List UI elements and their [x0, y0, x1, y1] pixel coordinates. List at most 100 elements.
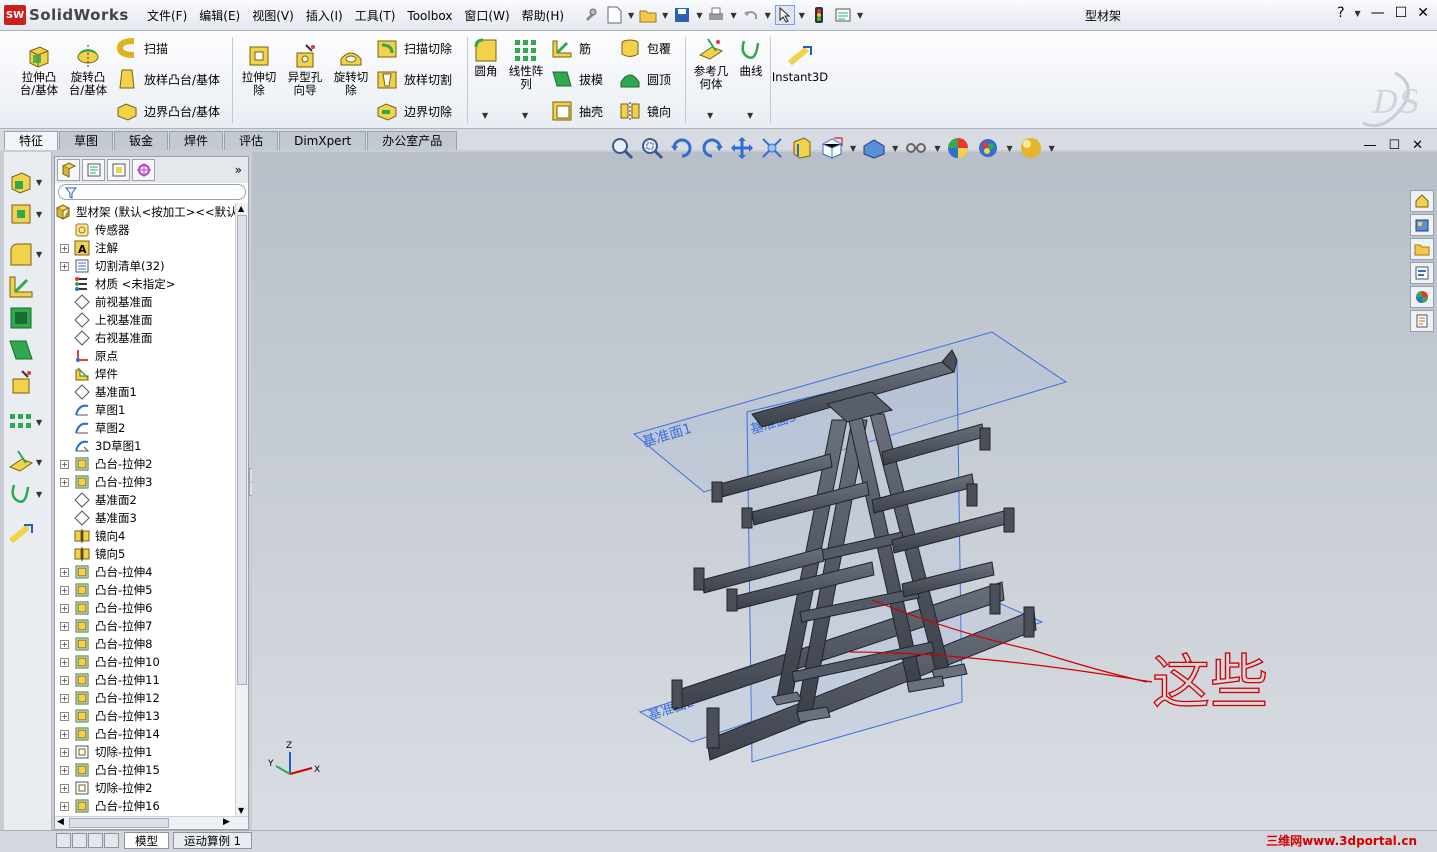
fillet-dropdown-icon[interactable]: ▼ [482, 111, 488, 120]
scroll-right-icon[interactable]: ▶ [223, 817, 230, 827]
dropdown-icon[interactable]: ▼ [36, 418, 42, 427]
tree-item[interactable]: + 凸台-拉伸4 [55, 563, 235, 581]
design-library-icon[interactable] [1410, 214, 1434, 236]
rib-button[interactable]: 筋 [551, 37, 591, 59]
options-dropdown-icon[interactable]: ▼ [857, 11, 863, 20]
left-tool-shell[interactable] [8, 304, 48, 332]
menu-edit[interactable]: 编辑(E) [193, 7, 246, 25]
left-tool-ref-geometry[interactable]: ▼ [8, 448, 48, 476]
expand-plus-icon[interactable]: + [60, 639, 69, 649]
zoom-to-area-icon[interactable] [640, 136, 664, 160]
file-explorer-icon[interactable] [1410, 238, 1434, 260]
help-icon[interactable]: ? [1337, 5, 1344, 21]
expand-plus-icon[interactable]: + [60, 243, 69, 253]
view-orientation-icon[interactable] [790, 136, 814, 160]
new-dropdown-icon[interactable]: ▼ [628, 11, 634, 20]
left-tool-instant3d[interactable] [8, 520, 48, 548]
expand-plus-icon[interactable]: + [60, 693, 69, 703]
tree-item[interactable]: + 凸台-拉伸13 [55, 707, 235, 725]
extrude-cut-button[interactable]: 拉伸切 除 [238, 43, 280, 97]
expand-plus-icon[interactable]: + [60, 621, 69, 631]
hide-show-items-icon[interactable] [862, 136, 886, 160]
tree-item[interactable]: 镜向4 [55, 527, 235, 545]
expand-plus-icon[interactable]: + [60, 729, 69, 739]
dropdown-icon[interactable]: ▼ [36, 210, 42, 219]
extrude-boss-button[interactable]: 拉伸凸 台/基体 [16, 43, 62, 97]
shell-button[interactable]: 抽壳 [551, 100, 603, 122]
feature-tree-tab-icon[interactable] [57, 159, 80, 181]
tree-item[interactable]: 上视基准面 [55, 311, 235, 329]
expand-plus-icon[interactable]: + [60, 585, 69, 595]
save-dropdown-icon[interactable]: ▼ [696, 11, 702, 20]
appearances-scenes-icon[interactable] [1410, 286, 1434, 308]
rotate-view-icon[interactable] [670, 136, 694, 160]
display-style-dropdown-icon[interactable]: ▼ [850, 144, 856, 153]
tree-item[interactable]: + 凸台-拉伸11 [55, 671, 235, 689]
close-button[interactable]: ✕ [1417, 5, 1429, 21]
left-tool-extrude-cut[interactable]: ▼ [8, 200, 48, 228]
tab-sheet-metal[interactable]: 钣金 [114, 131, 169, 150]
viewport-restore-button[interactable]: ☐ [1388, 138, 1400, 153]
section-view-icon[interactable] [760, 136, 784, 160]
tree-item[interactable]: 镜向5 [55, 545, 235, 563]
next-tab-nav-icon[interactable] [88, 833, 103, 848]
appearance-dropdown-icon[interactable]: ▼ [934, 144, 940, 153]
tree-item[interactable]: 基准面1 [55, 383, 235, 401]
tree-item[interactable]: 原点 [55, 347, 235, 365]
draft-button[interactable]: 拔模 [551, 68, 603, 90]
property-manager-tab-icon[interactable] [82, 159, 105, 181]
first-tab-nav-icon[interactable] [56, 833, 71, 848]
curves-dropdown-icon[interactable]: ▼ [747, 111, 753, 120]
app-logo[interactable]: SW SolidWorks [4, 4, 129, 26]
tab-features[interactable]: 特征 [4, 131, 59, 150]
revolve-boss-button[interactable]: 旋转凸 台/基体 [65, 43, 111, 97]
curves-button[interactable]: 曲线 [736, 37, 766, 78]
reference-geometry-button[interactable]: 参考几 何体 [690, 37, 732, 91]
tree-item[interactable]: + 凸台-拉伸15 [55, 761, 235, 779]
dome-button[interactable]: 圆顶 [619, 68, 671, 90]
tree-item[interactable]: + 切割清单(32) [55, 257, 235, 275]
menu-toolbox[interactable]: Toolbox [401, 7, 458, 25]
expand-plus-icon[interactable]: + [60, 657, 69, 667]
revolve-cut-button[interactable]: 旋转切 除 [330, 43, 372, 97]
tab-motion-study-1[interactable]: 运动算例 1 [173, 832, 252, 849]
tree-item[interactable]: + 凸台-拉伸5 [55, 581, 235, 599]
tree-item[interactable]: + 凸台-拉伸10 [55, 653, 235, 671]
hole-wizard-button[interactable]: 异型孔 向导 [283, 43, 327, 97]
restore-button[interactable]: ☐ [1395, 5, 1408, 21]
previous-view-icon[interactable] [700, 136, 724, 160]
apply-scene-icon[interactable] [946, 136, 970, 160]
expand-plus-icon[interactable]: + [60, 765, 69, 775]
menu-insert[interactable]: 插入(I) [300, 7, 349, 25]
tree-item[interactable]: + 凸台-拉伸14 [55, 725, 235, 743]
configuration-manager-tab-icon[interactable] [107, 159, 130, 181]
left-tool-curves[interactable]: ▼ [8, 480, 48, 508]
select-dropdown-icon[interactable]: ▼ [799, 11, 805, 20]
menu-tools[interactable]: 工具(T) [349, 7, 402, 25]
select-arrow-icon[interactable] [774, 5, 795, 25]
tree-item[interactable]: + 切除-拉伸1 [55, 743, 235, 761]
save-icon[interactable] [672, 5, 692, 25]
tree-item[interactable]: 传感器 [55, 221, 235, 239]
scroll-left-icon[interactable]: ◀ [57, 817, 64, 827]
tree-item[interactable]: 材质 <未指定> [55, 275, 235, 293]
tab-model[interactable]: 模型 [124, 832, 169, 849]
hscroll-thumb[interactable] [69, 818, 169, 828]
open-folder-icon[interactable] [638, 5, 658, 25]
dropdown-icon[interactable]: ▼ [36, 178, 42, 187]
help-dropdown-icon[interactable]: ▼ [1355, 9, 1361, 18]
instant3d-button[interactable]: Instant3D [772, 43, 828, 84]
expand-chevron-icon[interactable]: » [235, 163, 242, 177]
expand-plus-icon[interactable]: + [60, 801, 69, 811]
loft-button[interactable]: 放样凸台/基体 [116, 68, 220, 90]
tree-item[interactable]: + 凸台-拉伸16 [55, 797, 235, 815]
viewport-minimize-button[interactable]: — [1363, 138, 1376, 153]
left-tool-rib[interactable] [8, 272, 48, 300]
dropdown-icon[interactable]: ▼ [36, 250, 42, 259]
last-tab-nav-icon[interactable] [104, 833, 119, 848]
prev-tab-nav-icon[interactable] [72, 833, 87, 848]
zoom-to-fit-icon[interactable] [610, 136, 634, 160]
view-palette-icon[interactable] [1410, 262, 1434, 284]
mirror-button[interactable]: 镜向 [619, 100, 671, 122]
tab-evaluate[interactable]: 评估 [224, 131, 279, 150]
